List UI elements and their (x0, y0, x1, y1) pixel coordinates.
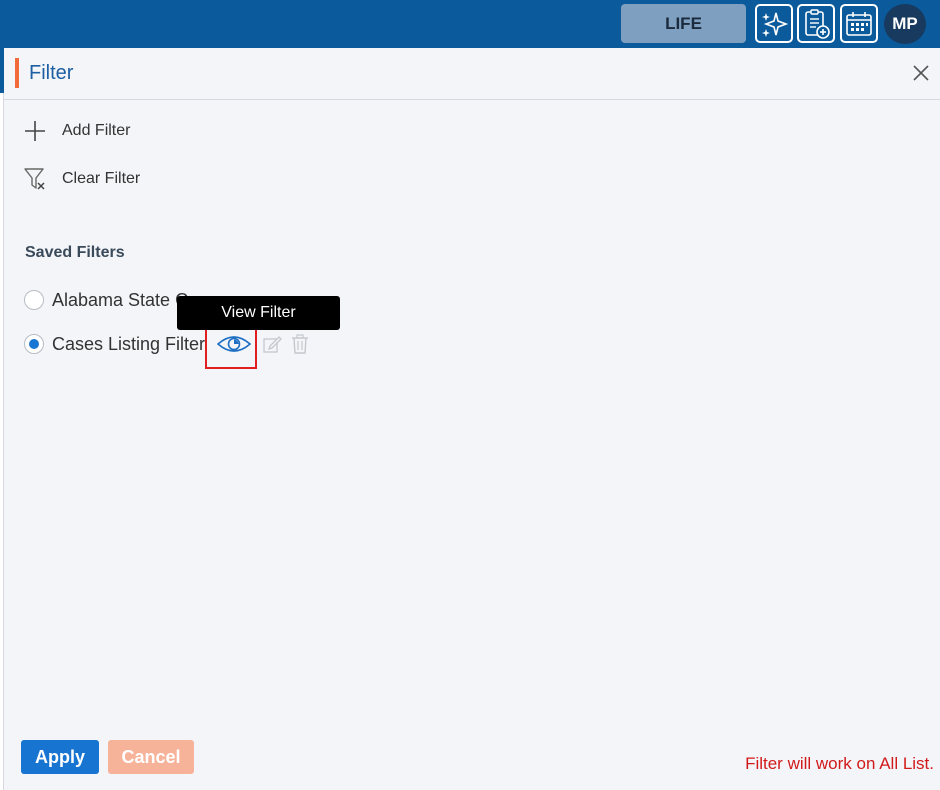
saved-filters-heading: Saved Filters (25, 244, 125, 261)
avatar[interactable]: MP (884, 4, 926, 44)
clear-filter-label: Clear Filter (62, 170, 141, 187)
clear-filter-button[interactable]: Clear Filter (22, 165, 140, 193)
plus-icon (22, 118, 48, 144)
saved-filter-item: Alabama State C (24, 287, 188, 313)
saved-filter-item: Cases Listing Filter (24, 331, 313, 357)
add-filter-button[interactable]: Add Filter (22, 117, 130, 145)
close-icon[interactable] (910, 62, 932, 84)
title-accent-bar (15, 58, 19, 88)
cancel-button[interactable]: Cancel (108, 740, 194, 774)
apply-button[interactable]: Apply (21, 740, 99, 774)
panel-title: Filter (29, 62, 74, 84)
add-filter-label: Add Filter (62, 122, 131, 139)
sparkle-icon[interactable] (755, 4, 793, 43)
top-bar: LIFE MP (0, 0, 940, 48)
footer-note: Filter will work on All List. (745, 754, 934, 773)
saved-filter-radio[interactable] (24, 290, 44, 310)
saved-filter-label[interactable]: Alabama State C (52, 290, 188, 311)
life-button[interactable]: LIFE (621, 4, 746, 43)
filter-panel: Filter Add Filter Clear Filter Saved Fil… (4, 48, 940, 790)
panel-header: Filter (4, 48, 940, 100)
clipboard-add-icon[interactable] (797, 4, 835, 43)
saved-filter-label[interactable]: Cases Listing Filter (52, 334, 205, 355)
view-filter-tooltip: View Filter (177, 296, 340, 330)
clear-filter-icon (22, 166, 48, 192)
calendar-icon[interactable] (840, 4, 878, 43)
delete-icon[interactable] (287, 331, 313, 357)
saved-filter-radio[interactable] (24, 334, 44, 354)
edit-icon[interactable] (259, 331, 285, 357)
